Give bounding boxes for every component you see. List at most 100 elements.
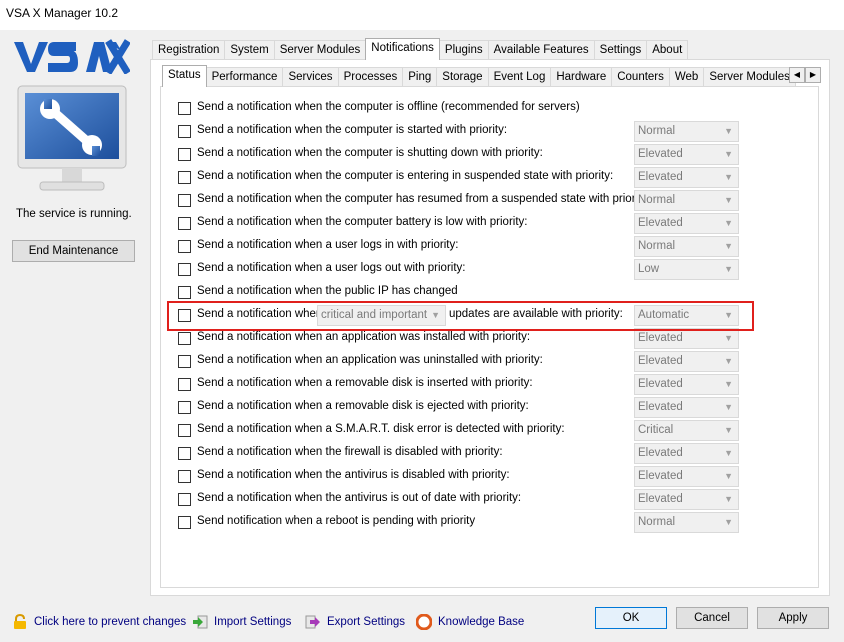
tab-server-modules[interactable]: Server Modules — [273, 40, 367, 60]
subtab-ping[interactable]: Ping — [402, 67, 438, 87]
notification-row: Send a notification when the public IP h… — [176, 282, 746, 304]
tab-plugins[interactable]: Plugins — [438, 40, 489, 60]
priority-value: Elevated — [638, 332, 683, 344]
notification-checkbox[interactable] — [178, 102, 191, 115]
import-settings-link[interactable]: Import Settings — [192, 614, 291, 630]
window-title: VSA X Manager 10.2 — [6, 6, 119, 20]
notification-checkbox[interactable] — [178, 194, 191, 207]
priority-select[interactable]: Elevated ▼ — [634, 466, 739, 487]
notification-row: Send a notification when a removable dis… — [176, 374, 746, 396]
tab-scroll-right-icon[interactable]: ▶ — [805, 67, 821, 83]
priority-value: Normal — [638, 125, 676, 137]
notification-label: Send a notification when the antivirus i… — [197, 469, 510, 481]
ok-button[interactable]: OK — [595, 607, 667, 629]
update-type-select[interactable]: critical and important ▼ — [317, 305, 446, 326]
update-type-value: critical and important — [321, 309, 428, 321]
notification-row: Send a notification when a removable dis… — [176, 397, 746, 419]
apply-button[interactable]: Apply — [757, 607, 829, 629]
notification-checkbox[interactable] — [178, 401, 191, 414]
notification-checkbox[interactable] — [178, 378, 191, 391]
priority-value: Elevated — [638, 217, 683, 229]
notification-checkbox[interactable] — [178, 286, 191, 299]
priority-select[interactable]: Elevated ▼ — [634, 374, 739, 395]
tab-notifications[interactable]: Notifications — [365, 38, 440, 60]
priority-value: Elevated — [638, 171, 683, 183]
notification-checkbox[interactable] — [178, 516, 191, 529]
priority-select[interactable]: Elevated ▼ — [634, 213, 739, 234]
knowledge-base-label: Knowledge Base — [438, 616, 525, 628]
export-settings-link[interactable]: Export Settings — [305, 614, 405, 630]
chevron-down-icon: ▼ — [724, 448, 733, 458]
notification-checkbox[interactable] — [178, 240, 191, 253]
tab-system[interactable]: System — [224, 40, 275, 60]
tab-about[interactable]: About — [646, 40, 689, 60]
priority-select[interactable]: Elevated ▼ — [634, 489, 739, 510]
tab-settings[interactable]: Settings — [593, 40, 648, 60]
priority-value: Elevated — [638, 493, 683, 505]
notification-row: Send a notification when the computer ba… — [176, 213, 746, 235]
subtab-processes[interactable]: Processes — [337, 67, 404, 87]
priority-value: Automatic — [638, 309, 690, 321]
priority-select[interactable]: Normal ▼ — [634, 236, 739, 257]
prevent-changes-link[interactable]: Click here to prevent changes — [12, 614, 186, 630]
notification-checkbox[interactable] — [178, 470, 191, 483]
notification-row: Send a notification when the computer ha… — [176, 190, 746, 212]
priority-select[interactable]: Elevated ▼ — [634, 397, 739, 418]
priority-select[interactable]: Elevated ▼ — [634, 328, 739, 349]
chevron-down-icon: ▼ — [724, 241, 733, 251]
chevron-down-icon: ▼ — [724, 471, 733, 481]
notification-label: Send a notification when the computer is… — [197, 147, 543, 159]
subtab-server-modules[interactable]: Server Modules — [703, 67, 796, 87]
knowledge-base-link[interactable]: Knowledge Base — [416, 614, 524, 630]
subtab-web[interactable]: Web — [668, 67, 705, 87]
notification-row: Send a notification when the computer is… — [176, 98, 746, 120]
notification-checkbox[interactable] — [178, 148, 191, 161]
chevron-down-icon: ▼ — [724, 356, 733, 366]
priority-select[interactable]: Elevated ▼ — [634, 443, 739, 464]
subtab-storage[interactable]: Storage — [436, 67, 489, 87]
priority-select[interactable]: Normal ▼ — [634, 121, 739, 142]
subtab-status[interactable]: Status — [162, 65, 207, 87]
lifebuoy-icon — [416, 614, 432, 630]
priority-select[interactable]: Elevated ▼ — [634, 144, 739, 165]
notification-checkbox[interactable] — [178, 171, 191, 184]
notification-checkbox[interactable] — [178, 309, 191, 322]
tab-available-features[interactable]: Available Features — [487, 40, 595, 60]
end-maintenance-button[interactable]: End Maintenance — [12, 240, 135, 262]
subtab-event-log[interactable]: Event Log — [487, 67, 552, 87]
chevron-down-icon: ▼ — [724, 517, 733, 527]
notification-checkbox[interactable] — [178, 447, 191, 460]
notification-checkbox[interactable] — [178, 493, 191, 506]
notification-checkbox[interactable] — [178, 263, 191, 276]
notification-label: Send a notification when the antivirus i… — [197, 492, 522, 504]
chevron-down-icon: ▼ — [724, 172, 733, 182]
priority-select[interactable]: Critical ▼ — [634, 420, 739, 441]
tab-registration[interactable]: Registration — [152, 40, 226, 60]
chevron-down-icon: ▼ — [724, 379, 733, 389]
priority-select[interactable]: Low ▼ — [634, 259, 739, 280]
notification-checkbox[interactable] — [178, 217, 191, 230]
notification-row: Send a notification when an application … — [176, 328, 746, 350]
notification-checkbox[interactable] — [178, 424, 191, 437]
subtab-counters[interactable]: Counters — [611, 67, 670, 87]
cancel-button[interactable]: Cancel — [676, 607, 748, 629]
notification-row: Send a notification when the computer is… — [176, 144, 746, 166]
subtab-hardware[interactable]: Hardware — [550, 67, 613, 87]
priority-select[interactable]: Elevated ▼ — [634, 351, 739, 372]
notification-label: Send a notification when a S.M.A.R.T. di… — [197, 423, 565, 435]
priority-select[interactable]: Normal ▼ — [634, 512, 739, 533]
notification-row: Send a notification when critical and imp… — [176, 305, 746, 327]
priority-select[interactable]: Elevated ▼ — [634, 167, 739, 188]
chevron-down-icon: ▼ — [724, 310, 733, 320]
notification-row: Send notification when a reboot is pendi… — [176, 512, 746, 534]
notification-checkbox[interactable] — [178, 355, 191, 368]
notification-checkbox[interactable] — [178, 125, 191, 138]
subtab-services[interactable]: Services — [282, 67, 339, 87]
notification-checkbox[interactable] — [178, 332, 191, 345]
priority-select[interactable]: Normal ▼ — [634, 190, 739, 211]
subtab-performance[interactable]: Performance — [205, 67, 284, 87]
priority-select[interactable]: Automatic ▼ — [634, 305, 739, 326]
tab-scroll-left-icon[interactable]: ◀ — [789, 67, 805, 83]
chevron-down-icon: ▼ — [724, 494, 733, 504]
chevron-down-icon: ▼ — [724, 126, 733, 136]
